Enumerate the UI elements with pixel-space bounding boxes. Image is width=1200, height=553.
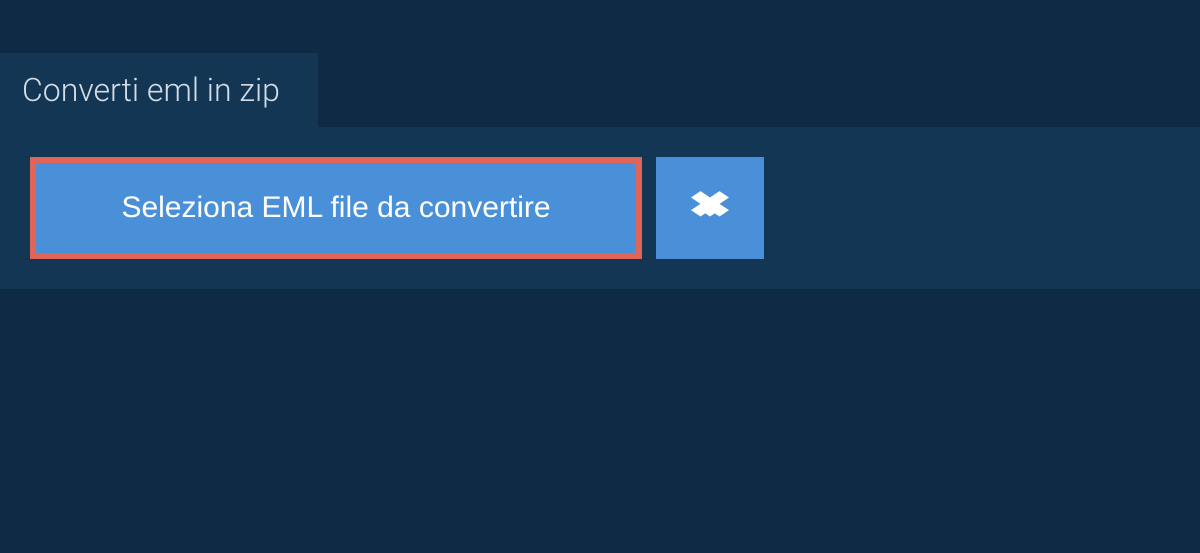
button-row: Seleziona EML file da convertire bbox=[30, 157, 1170, 259]
content-panel: Seleziona EML file da convertire bbox=[0, 127, 1200, 289]
dropbox-icon bbox=[691, 188, 729, 229]
tab-convert-eml-zip[interactable]: Converti eml in zip bbox=[0, 53, 318, 127]
dropbox-button[interactable] bbox=[656, 157, 764, 259]
tab-label: Converti eml in zip bbox=[22, 71, 280, 109]
select-file-button[interactable]: Seleziona EML file da convertire bbox=[36, 163, 636, 253]
select-file-button-label: Seleziona EML file da convertire bbox=[121, 191, 550, 224]
select-button-highlight: Seleziona EML file da convertire bbox=[30, 157, 642, 259]
